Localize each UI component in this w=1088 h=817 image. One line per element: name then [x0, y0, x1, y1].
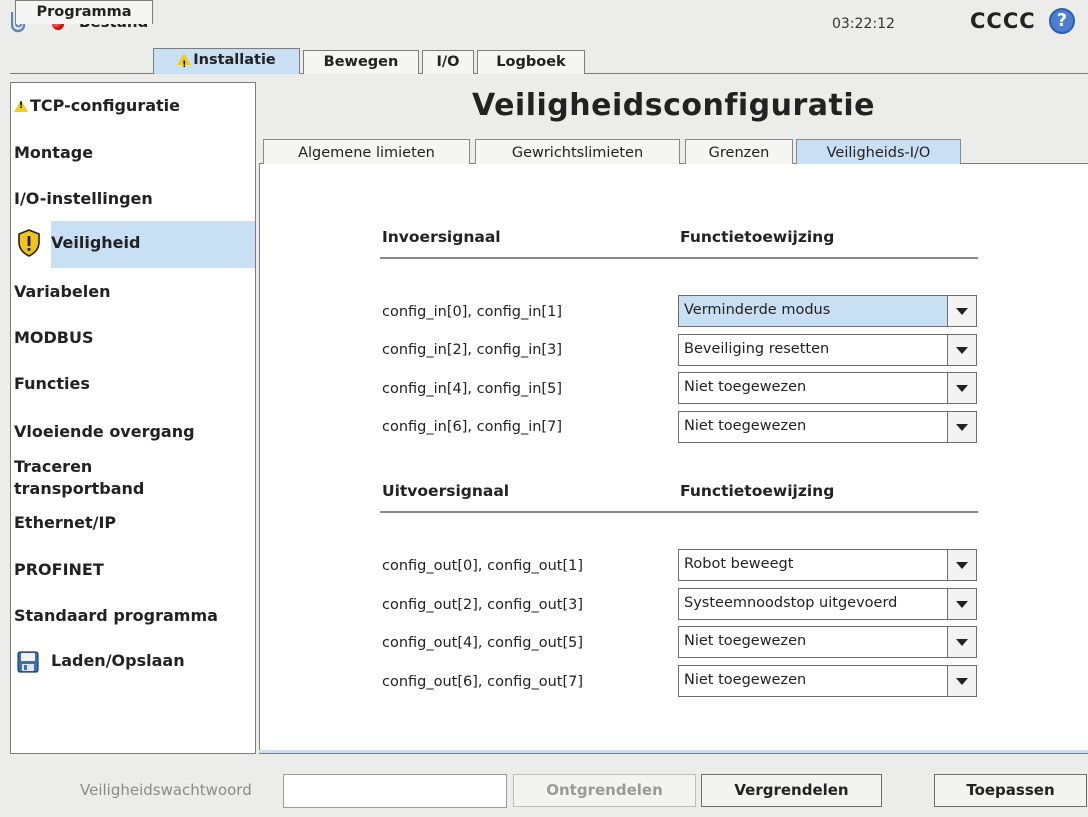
- tab-io[interactable]: I/O: [422, 50, 474, 74]
- chevron-down-icon[interactable]: [947, 589, 976, 619]
- sidebar-item-label: I/O-instellingen: [14, 189, 153, 208]
- chevron-down-icon[interactable]: [947, 666, 976, 696]
- output-function-header: Functietoewijzing: [680, 482, 835, 500]
- chevron-down-icon[interactable]: [947, 373, 976, 403]
- sidebar-item-label: Vloeiende overgang: [14, 422, 195, 441]
- input-function-select[interactable]: Niet toegewezen: [678, 411, 977, 443]
- output-signal-label: config_out[6], config_out[7]: [382, 674, 584, 690]
- output-function-select[interactable]: Systeemnoodstop uitgevoerd: [678, 588, 977, 620]
- input-signal-label: config_in[6], config_in[7]: [382, 419, 562, 435]
- sidebar-item-functies[interactable]: Functies: [11, 374, 255, 400]
- sidebar-item-montage[interactable]: Montage: [11, 143, 255, 169]
- tab-label: Installatie: [193, 52, 276, 68]
- sidebar-item-load-save[interactable]: Laden/Opslaan: [11, 651, 255, 679]
- sidebar-item-vloeiende-overgang[interactable]: Vloeiende overgang: [11, 422, 255, 448]
- tab-label: Logboek: [496, 54, 566, 70]
- input-function-header: Functietoewijzing: [680, 228, 835, 246]
- chevron-down-icon[interactable]: [947, 296, 976, 326]
- help-icon[interactable]: ?: [1049, 8, 1075, 34]
- shield-warning-icon: [18, 229, 40, 257]
- select-value: Verminderde modus: [684, 302, 831, 318]
- subtab-label: Algemene limieten: [298, 145, 435, 161]
- sidebar-item-ethernet-ip[interactable]: Ethernet/IP: [11, 513, 255, 539]
- top-bar: Bestand 03:22:12 CCCC ?: [0, 0, 1088, 48]
- sidebar-item-tcp[interactable]: TCP-configuratie: [11, 96, 255, 122]
- select-value: Niet toegewezen: [684, 418, 807, 434]
- sidebar-item-default-program[interactable]: Standaard programma: [11, 606, 255, 632]
- input-header-divider: [380, 257, 978, 259]
- select-value: Systeemnoodstop uitgevoerd: [684, 595, 898, 611]
- output-signal-label: config_out[2], config_out[3]: [382, 597, 584, 613]
- sidebar-item-label: Laden/Opslaan: [51, 651, 185, 670]
- sidebar-item-io-settings[interactable]: I/O-instellingen: [11, 189, 255, 215]
- tab-logboek[interactable]: Logboek: [477, 50, 585, 74]
- tab-label: I/O: [436, 54, 460, 70]
- input-signal-label: config_in[0], config_in[1]: [382, 304, 562, 320]
- safety-password-label: Veiligheidswachtwoord: [80, 781, 252, 799]
- sidebar-item-label: Traceren transportband: [14, 457, 145, 498]
- sidebar-item-conveyor-tracking[interactable]: Traceren transportband: [11, 456, 255, 502]
- input-signal-label: config_in[2], config_in[3]: [382, 342, 562, 358]
- output-function-select[interactable]: Niet toegewezen: [678, 665, 977, 697]
- lock-button[interactable]: Vergrendelen: [701, 774, 882, 807]
- subtab-joint-limits[interactable]: Gewrichtslimieten: [475, 139, 680, 164]
- select-value: Niet toegewezen: [684, 672, 807, 688]
- robot-name: CCCC: [970, 9, 1036, 33]
- sidebar-item-label: Montage: [14, 143, 94, 162]
- sidebar-item-veiligheid-label[interactable]: Veiligheid: [11, 229, 255, 259]
- input-function-select[interactable]: Beveiliging resetten: [678, 334, 977, 366]
- tab-installatie[interactable]: Installatie: [153, 48, 300, 77]
- select-value: Niet toegewezen: [684, 379, 807, 395]
- sidebar-item-modbus[interactable]: MODBUS: [11, 328, 255, 354]
- select-value: Beveiliging resetten: [684, 341, 830, 357]
- subtab-boundaries[interactable]: Grenzen: [685, 139, 793, 164]
- safety-password-input[interactable]: [283, 774, 507, 808]
- subtab-safety-io[interactable]: Veiligheids-I/O: [796, 139, 961, 164]
- tab-label: Programma: [36, 4, 132, 20]
- input-signal-label: config_in[4], config_in[5]: [382, 381, 562, 397]
- page-title: Veiligheidsconfiguratie: [472, 88, 875, 123]
- apply-button[interactable]: Toepassen: [934, 774, 1087, 807]
- sidebar-item-profinet[interactable]: PROFINET: [11, 560, 255, 586]
- output-header-divider: [380, 511, 978, 513]
- sidebar-item-label: Functies: [14, 374, 90, 393]
- output-function-select[interactable]: Robot beweegt: [678, 549, 977, 581]
- sidebar-item-label: Ethernet/IP: [14, 513, 117, 532]
- subtab-general-limits[interactable]: Algemene limieten: [263, 139, 470, 164]
- input-function-select[interactable]: Verminderde modus: [678, 295, 977, 327]
- output-signal-label: config_out[0], config_out[1]: [382, 558, 584, 574]
- sidebar-item-label: Variabelen: [14, 282, 111, 301]
- subtab-label: Grenzen: [708, 145, 770, 161]
- tab-label: Bewegen: [323, 54, 399, 70]
- output-signal-header: Uitvoersignaal: [382, 482, 510, 500]
- input-function-select[interactable]: Niet toegewezen: [678, 372, 977, 404]
- input-signal-header: Invoersignaal: [382, 228, 501, 246]
- chevron-down-icon[interactable]: [947, 550, 976, 580]
- chevron-down-icon[interactable]: [947, 412, 976, 442]
- tab-bewegen[interactable]: Bewegen: [303, 50, 419, 74]
- chevron-down-icon[interactable]: [947, 335, 976, 365]
- save-disk-icon: [17, 651, 39, 673]
- output-signal-label: config_out[4], config_out[5]: [382, 635, 584, 651]
- output-function-select[interactable]: Niet toegewezen: [678, 626, 977, 658]
- subtab-label: Gewrichtslimieten: [511, 145, 644, 161]
- sidebar-item-label: MODBUS: [14, 328, 94, 347]
- panel-bottom-edge: [259, 750, 1088, 753]
- sidebar-item-label: TCP-configuratie: [30, 96, 180, 115]
- tab-programma[interactable]: Programma: [15, 0, 153, 24]
- warning-icon: [177, 53, 192, 77]
- sidebar-item-label: Standaard programma: [14, 606, 218, 625]
- clock: 03:22:12: [832, 16, 895, 32]
- sidebar-item-variabelen[interactable]: Variabelen: [11, 282, 255, 308]
- sidebar-item-label: Veiligheid: [51, 233, 141, 252]
- unlock-button[interactable]: Ontgrendelen: [513, 774, 696, 807]
- select-value: Robot beweegt: [684, 556, 794, 572]
- installation-sidebar: TCP-configuratie Montage I/O-instellinge…: [10, 82, 256, 754]
- warning-icon: [14, 100, 28, 112]
- select-value: Niet toegewezen: [684, 633, 807, 649]
- sidebar-item-label: PROFINET: [14, 560, 104, 579]
- chevron-down-icon[interactable]: [947, 627, 976, 657]
- subtab-label: Veiligheids-I/O: [826, 145, 931, 161]
